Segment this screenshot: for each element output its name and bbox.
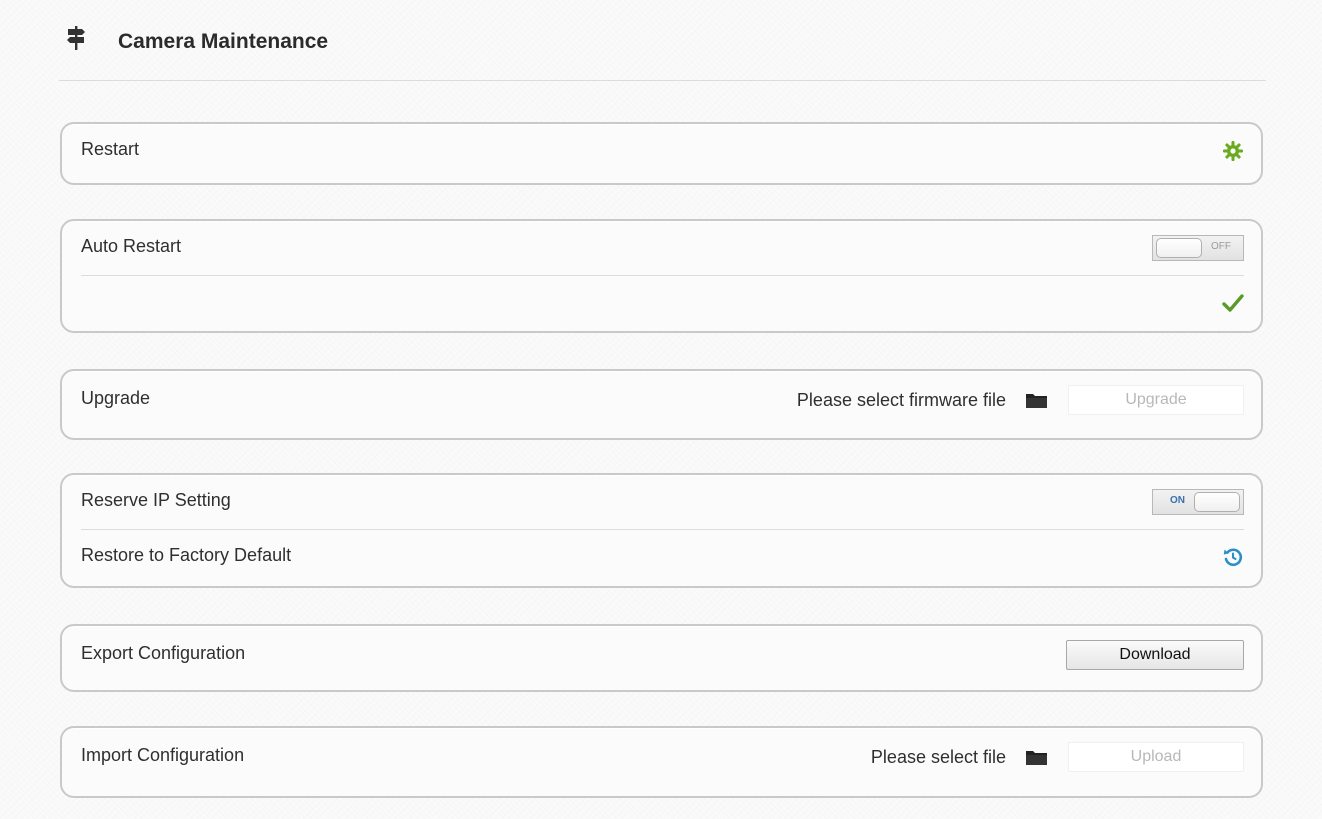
toggle-knob bbox=[1156, 238, 1202, 258]
export-config-label: Export Configuration bbox=[81, 642, 246, 663]
restore-default-actions bbox=[1222, 546, 1244, 568]
restart-panel: Restart bbox=[60, 122, 1263, 185]
restore-default-label: Restore to Factory Default bbox=[81, 544, 292, 565]
header-divider bbox=[59, 80, 1266, 81]
reserve-ip-row: Reserve IP Setting ON bbox=[81, 475, 1244, 530]
export-config-actions: Download bbox=[1066, 640, 1244, 670]
restore-icon[interactable] bbox=[1222, 546, 1244, 568]
firmware-file-hint: Please select firmware file bbox=[796, 389, 1006, 410]
auto-restart-label: Auto Restart bbox=[81, 235, 182, 256]
config-file-hint: Please select file bbox=[870, 746, 1006, 767]
export-config-row: Export Configuration Download bbox=[81, 626, 1244, 684]
auto-restart-confirm-row bbox=[81, 276, 1244, 330]
restart-actions bbox=[1222, 140, 1244, 162]
auto-restart-panel: Auto Restart OFF bbox=[60, 219, 1263, 333]
restart-label: Restart bbox=[81, 138, 140, 159]
import-config-label: Import Configuration bbox=[81, 744, 245, 765]
reset-panel: Reserve IP Setting ON Restore to Factory… bbox=[60, 473, 1263, 588]
auto-restart-row: Auto Restart OFF bbox=[81, 221, 1244, 276]
auto-restart-actions: OFF bbox=[1152, 235, 1244, 261]
import-config-row: Import Configuration Please select file … bbox=[81, 728, 1244, 786]
upgrade-label: Upgrade bbox=[81, 387, 151, 408]
import-config-actions: Please select file Upload bbox=[871, 742, 1244, 772]
page-title: Camera Maintenance bbox=[118, 30, 329, 53]
toggle-knob bbox=[1194, 492, 1240, 512]
restore-default-row: Restore to Factory Default bbox=[81, 530, 1244, 584]
export-config-panel: Export Configuration Download bbox=[60, 624, 1263, 692]
restart-row: Restart bbox=[81, 124, 1244, 178]
restart-gear-icon[interactable] bbox=[1222, 140, 1244, 162]
reserve-ip-toggle[interactable]: ON bbox=[1152, 489, 1244, 515]
auto-restart-toggle[interactable]: OFF bbox=[1152, 235, 1244, 261]
upgrade-row: Upgrade Please select firmware file Upgr… bbox=[81, 371, 1244, 429]
folder-icon[interactable] bbox=[1024, 747, 1050, 767]
reserve-ip-label: Reserve IP Setting bbox=[81, 489, 231, 510]
page-header: Camera Maintenance bbox=[66, 22, 328, 62]
toggle-state-text: OFF bbox=[1211, 241, 1231, 252]
signpost-icon bbox=[66, 26, 86, 50]
camera-maintenance-page: Camera Maintenance Restart Auto Restart … bbox=[0, 0, 1322, 819]
upgrade-panel: Upgrade Please select firmware file Upgr… bbox=[60, 369, 1263, 440]
upload-button[interactable]: Upload bbox=[1068, 742, 1244, 772]
download-button[interactable]: Download bbox=[1066, 640, 1244, 670]
checkmark-icon[interactable] bbox=[1222, 292, 1244, 314]
toggle-state-text: ON bbox=[1170, 495, 1185, 506]
import-config-panel: Import Configuration Please select file … bbox=[60, 726, 1263, 798]
reserve-ip-actions: ON bbox=[1152, 489, 1244, 515]
upgrade-actions: Please select firmware file Upgrade bbox=[797, 385, 1244, 415]
folder-icon[interactable] bbox=[1024, 390, 1050, 410]
upgrade-button[interactable]: Upgrade bbox=[1068, 385, 1244, 415]
